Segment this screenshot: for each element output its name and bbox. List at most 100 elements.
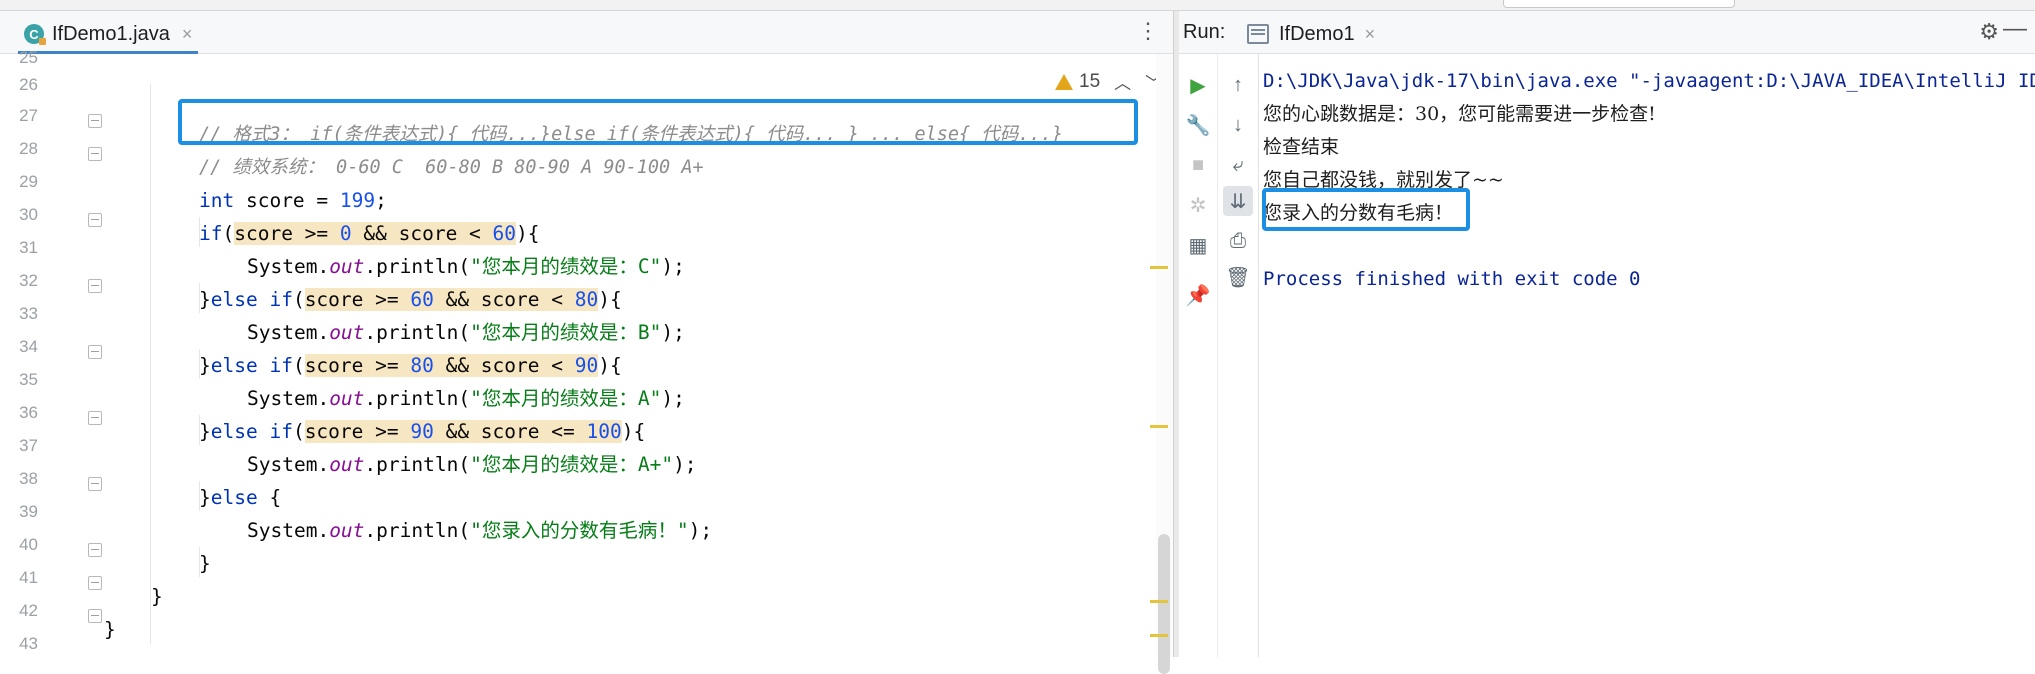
line-number: 37 (19, 436, 38, 455)
debug-bug-icon[interactable]: ✲ (1183, 190, 1213, 220)
code-text: ); (661, 321, 685, 344)
code-text: ); (688, 519, 713, 542)
annotation-highlight-box (178, 99, 1138, 145)
code-static-field: out (329, 519, 365, 542)
code-text: && score <= (433, 420, 587, 443)
code-string: "您本月的绩效是：A+" (470, 453, 674, 476)
fold-marker-icon[interactable] (88, 213, 102, 227)
code-text: && score < (433, 288, 575, 311)
code-line-33: System.out.println("您本月的绩效是：B"); (247, 317, 685, 348)
run-title: Run: (1183, 21, 1226, 43)
fold-marker-icon[interactable] (88, 147, 102, 161)
fold-marker-icon[interactable] (88, 609, 102, 623)
print-icon[interactable]: ⎙ (1223, 226, 1253, 256)
close-icon[interactable]: × (1365, 24, 1376, 45)
scrollbar-thumb[interactable] (1158, 534, 1170, 674)
code-line-37: System.out.println("您本月的绩效是：A+"); (247, 449, 697, 480)
console-exit-message: Process finished with exit code 0 (1263, 268, 1641, 290)
console-icon (1247, 24, 1269, 44)
code-text: System. (247, 453, 330, 476)
console-line: 检查结束 (1263, 136, 1340, 158)
code-text: .println( (364, 255, 471, 278)
editor-tab-ifdemo1[interactable]: C IfDemo1.java × (18, 17, 199, 54)
code-number: 90 (410, 420, 434, 443)
code-text: ( (292, 354, 305, 377)
layout-icon[interactable]: ▦ (1183, 230, 1213, 260)
code-keyword: int (199, 189, 235, 212)
line-number: 35 (19, 370, 38, 389)
editor-tab-label: IfDemo1.java (52, 22, 170, 45)
code-text: .println( (364, 387, 471, 410)
code-text: } (199, 420, 211, 443)
code-text: ); (673, 453, 697, 476)
pin-icon[interactable]: 📌 (1183, 280, 1213, 310)
code-text: ){ (516, 222, 540, 245)
console-output[interactable]: D:\JDK\Java\jdk-17\bin\java.exe "-javaag… (1261, 54, 2035, 657)
code-text: { (257, 486, 282, 509)
fold-marker-icon[interactable] (88, 114, 102, 128)
stop-icon[interactable]: ■ (1183, 150, 1213, 180)
code-text: ){ (598, 354, 622, 377)
gear-icon[interactable]: ⚙ (1979, 19, 1999, 45)
fold-marker-icon[interactable] (88, 477, 102, 491)
code-string: "您本月的绩效是：C" (470, 255, 662, 278)
run-toolbar-primary: ▶ 🔧 ■ ✲ ▦ 📌 (1179, 54, 1218, 657)
fold-marker-icon[interactable] (88, 345, 102, 359)
code-number: 199 (339, 189, 376, 212)
fold-marker-icon[interactable] (88, 279, 102, 293)
line-number: 25 (19, 48, 38, 67)
error-stripe-mark[interactable] (1150, 425, 1168, 428)
editor-tab-bar: C IfDemo1.java × ⋮ (0, 11, 1173, 54)
code-number: 60 (410, 288, 434, 311)
code-number: 80 (410, 354, 434, 377)
console-command-line: D:\JDK\Java\jdk-17\bin\java.exe "-javaag… (1263, 70, 2035, 92)
fold-marker-icon[interactable] (88, 543, 102, 557)
code-text: System. (247, 387, 330, 410)
code-number: 60 (492, 222, 517, 245)
code-keyword: else if (210, 288, 293, 311)
line-number: 38 (19, 469, 38, 488)
code-static-field: out (329, 321, 365, 344)
code-condition-highlight: score >= 80 && score < 90 (304, 354, 599, 377)
code-text: ){ (598, 288, 622, 311)
error-stripe-mark[interactable] (1150, 600, 1168, 603)
run-tab-ifdemo1[interactable]: IfDemo1 × (1247, 17, 1375, 51)
error-stripe-mark[interactable] (1150, 634, 1168, 637)
rerun-icon[interactable]: ▶ (1183, 70, 1213, 100)
arrow-up-icon[interactable]: ↑ (1223, 70, 1253, 100)
line-number: 30 (19, 205, 38, 224)
line-number: 42 (19, 601, 38, 620)
code-text: ( (292, 288, 305, 311)
code-condition-highlight: score >= 0 && score < 60 (234, 222, 517, 245)
error-stripe-mark[interactable] (1150, 266, 1168, 269)
code-text: score >= (304, 354, 411, 377)
minimize-icon[interactable]: — (2003, 15, 2027, 43)
code-string: "您本月的绩效是：B" (470, 321, 662, 344)
line-number: 27 (19, 106, 38, 125)
code-line-36: }else if(score >= 90 && score <= 100){ (199, 416, 645, 447)
code-text: System. (247, 321, 330, 344)
wrench-icon[interactable]: 🔧 (1183, 110, 1213, 140)
trash-icon[interactable]: 🗑 (1223, 262, 1253, 292)
console-line: 您的心跳数据是：30，您可能需要进一步检查! (1263, 103, 1656, 125)
close-icon[interactable]: × (182, 24, 193, 45)
code-text: } (199, 354, 211, 377)
code-text: score >= (304, 420, 411, 443)
fold-marker-icon[interactable] (88, 576, 102, 590)
code-number: 100 (586, 420, 622, 443)
line-number: 29 (19, 172, 38, 191)
soft-wrap-icon[interactable]: ⤶ (1223, 150, 1253, 180)
scroll-to-end-icon[interactable]: ⇊ (1223, 186, 1253, 216)
editor-scrollbar[interactable] (1156, 54, 1173, 674)
code-line-34: }else if(score >= 80 && score < 90){ (199, 350, 622, 381)
more-options-icon[interactable]: ⋮ (1137, 19, 1159, 43)
arrow-down-icon[interactable]: ↓ (1223, 110, 1253, 140)
code-condition-highlight: score >= 60 && score < 80 (304, 288, 599, 311)
line-number: 28 (19, 139, 38, 158)
code-text: ); (661, 387, 685, 410)
indent-guide (150, 84, 151, 644)
fold-marker-icon[interactable] (88, 411, 102, 425)
code-number: 80 (574, 288, 599, 311)
search-field-stub[interactable] (1503, 0, 1735, 8)
code-line-41: } (151, 585, 163, 608)
